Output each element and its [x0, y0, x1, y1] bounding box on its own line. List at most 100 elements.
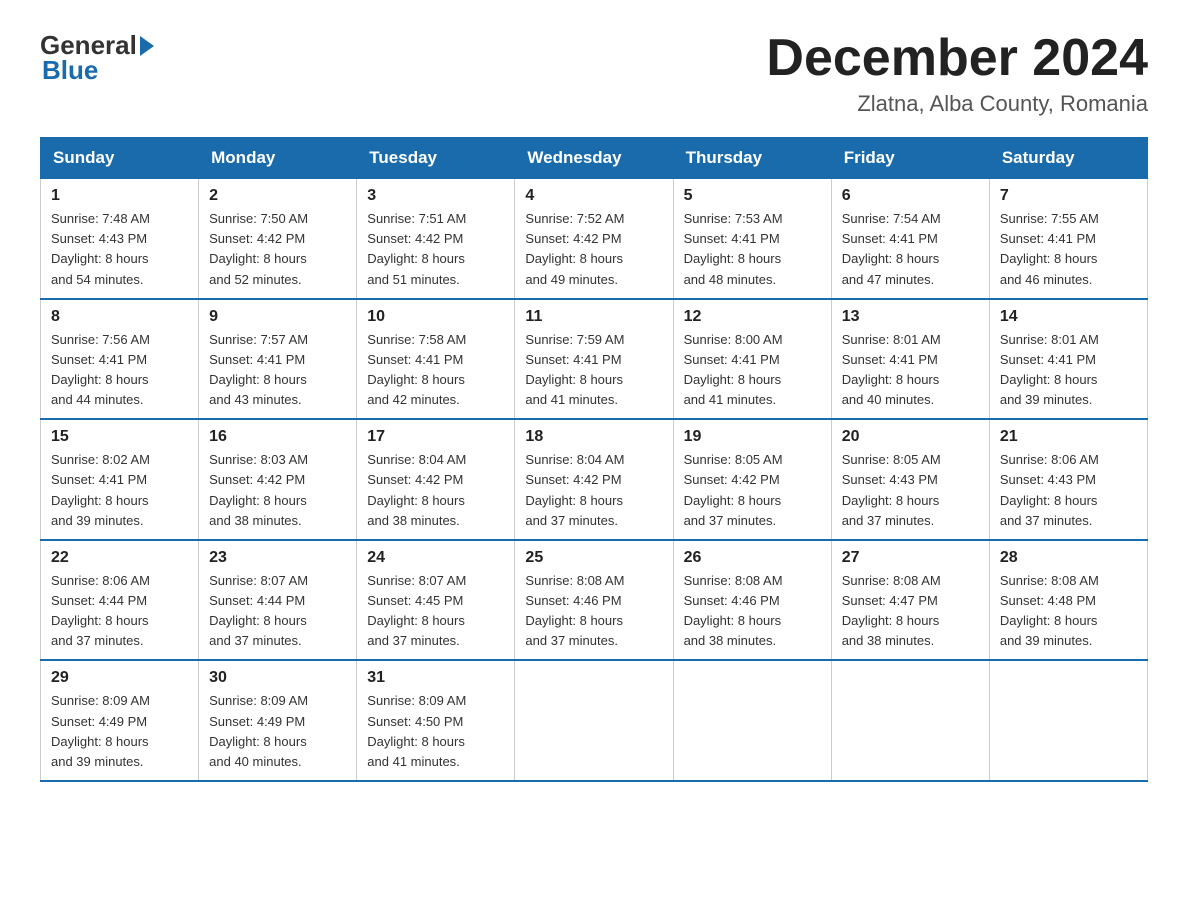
- table-row: 25 Sunrise: 8:08 AMSunset: 4:46 PMDaylig…: [515, 540, 673, 661]
- cell-info: Sunrise: 8:01 AMSunset: 4:41 PMDaylight:…: [1000, 330, 1137, 411]
- header-wednesday: Wednesday: [515, 138, 673, 179]
- header-friday: Friday: [831, 138, 989, 179]
- cell-info: Sunrise: 8:05 AMSunset: 4:42 PMDaylight:…: [684, 450, 821, 531]
- cell-info: Sunrise: 8:05 AMSunset: 4:43 PMDaylight:…: [842, 450, 979, 531]
- cell-info: Sunrise: 8:03 AMSunset: 4:42 PMDaylight:…: [209, 450, 346, 531]
- table-row: 14 Sunrise: 8:01 AMSunset: 4:41 PMDaylig…: [989, 299, 1147, 420]
- cell-day-number: 14: [1000, 308, 1137, 326]
- cell-day-number: 25: [525, 549, 662, 567]
- calendar-week-row: 8 Sunrise: 7:56 AMSunset: 4:41 PMDayligh…: [41, 299, 1148, 420]
- header-thursday: Thursday: [673, 138, 831, 179]
- cell-day-number: 31: [367, 669, 504, 687]
- table-row: 21 Sunrise: 8:06 AMSunset: 4:43 PMDaylig…: [989, 419, 1147, 540]
- cell-day-number: 29: [51, 669, 188, 687]
- table-row: 3 Sunrise: 7:51 AMSunset: 4:42 PMDayligh…: [357, 179, 515, 299]
- table-row: 16 Sunrise: 8:03 AMSunset: 4:42 PMDaylig…: [199, 419, 357, 540]
- cell-day-number: 2: [209, 187, 346, 205]
- header-sunday: Sunday: [41, 138, 199, 179]
- calendar-title: December 2024: [766, 30, 1148, 87]
- title-block: December 2024 Zlatna, Alba County, Roman…: [766, 30, 1148, 117]
- cell-info: Sunrise: 8:07 AMSunset: 4:44 PMDaylight:…: [209, 571, 346, 652]
- cell-info: Sunrise: 7:58 AMSunset: 4:41 PMDaylight:…: [367, 330, 504, 411]
- cell-day-number: 8: [51, 308, 188, 326]
- table-row: 17 Sunrise: 8:04 AMSunset: 4:42 PMDaylig…: [357, 419, 515, 540]
- cell-day-number: 24: [367, 549, 504, 567]
- cell-info: Sunrise: 8:06 AMSunset: 4:43 PMDaylight:…: [1000, 450, 1137, 531]
- table-row: 2 Sunrise: 7:50 AMSunset: 4:42 PMDayligh…: [199, 179, 357, 299]
- cell-info: Sunrise: 8:04 AMSunset: 4:42 PMDaylight:…: [525, 450, 662, 531]
- cell-info: Sunrise: 8:02 AMSunset: 4:41 PMDaylight:…: [51, 450, 188, 531]
- cell-info: Sunrise: 7:57 AMSunset: 4:41 PMDaylight:…: [209, 330, 346, 411]
- calendar-week-row: 1 Sunrise: 7:48 AMSunset: 4:43 PMDayligh…: [41, 179, 1148, 299]
- table-row: 19 Sunrise: 8:05 AMSunset: 4:42 PMDaylig…: [673, 419, 831, 540]
- table-row: 8 Sunrise: 7:56 AMSunset: 4:41 PMDayligh…: [41, 299, 199, 420]
- cell-info: Sunrise: 8:08 AMSunset: 4:48 PMDaylight:…: [1000, 571, 1137, 652]
- cell-info: Sunrise: 7:53 AMSunset: 4:41 PMDaylight:…: [684, 209, 821, 290]
- cell-day-number: 4: [525, 187, 662, 205]
- table-row: 18 Sunrise: 8:04 AMSunset: 4:42 PMDaylig…: [515, 419, 673, 540]
- calendar-header: Sunday Monday Tuesday Wednesday Thursday…: [41, 138, 1148, 179]
- cell-day-number: 28: [1000, 549, 1137, 567]
- table-row: 30 Sunrise: 8:09 AMSunset: 4:49 PMDaylig…: [199, 660, 357, 781]
- cell-info: Sunrise: 7:54 AMSunset: 4:41 PMDaylight:…: [842, 209, 979, 290]
- cell-info: Sunrise: 8:00 AMSunset: 4:41 PMDaylight:…: [684, 330, 821, 411]
- table-row: 4 Sunrise: 7:52 AMSunset: 4:42 PMDayligh…: [515, 179, 673, 299]
- table-row: 1 Sunrise: 7:48 AMSunset: 4:43 PMDayligh…: [41, 179, 199, 299]
- calendar-body: 1 Sunrise: 7:48 AMSunset: 4:43 PMDayligh…: [41, 179, 1148, 781]
- cell-info: Sunrise: 8:04 AMSunset: 4:42 PMDaylight:…: [367, 450, 504, 531]
- table-row: 7 Sunrise: 7:55 AMSunset: 4:41 PMDayligh…: [989, 179, 1147, 299]
- table-row: 28 Sunrise: 8:08 AMSunset: 4:48 PMDaylig…: [989, 540, 1147, 661]
- table-row: 11 Sunrise: 7:59 AMSunset: 4:41 PMDaylig…: [515, 299, 673, 420]
- cell-info: Sunrise: 7:50 AMSunset: 4:42 PMDaylight:…: [209, 209, 346, 290]
- table-row: 27 Sunrise: 8:08 AMSunset: 4:47 PMDaylig…: [831, 540, 989, 661]
- table-row: [673, 660, 831, 781]
- cell-day-number: 9: [209, 308, 346, 326]
- cell-info: Sunrise: 7:51 AMSunset: 4:42 PMDaylight:…: [367, 209, 504, 290]
- cell-day-number: 23: [209, 549, 346, 567]
- table-row: 13 Sunrise: 8:01 AMSunset: 4:41 PMDaylig…: [831, 299, 989, 420]
- table-row: [989, 660, 1147, 781]
- calendar-week-row: 29 Sunrise: 8:09 AMSunset: 4:49 PMDaylig…: [41, 660, 1148, 781]
- table-row: [831, 660, 989, 781]
- cell-info: Sunrise: 8:09 AMSunset: 4:49 PMDaylight:…: [209, 691, 346, 772]
- cell-day-number: 26: [684, 549, 821, 567]
- cell-day-number: 19: [684, 428, 821, 446]
- table-row: 22 Sunrise: 8:06 AMSunset: 4:44 PMDaylig…: [41, 540, 199, 661]
- calendar-header-row: Sunday Monday Tuesday Wednesday Thursday…: [41, 138, 1148, 179]
- cell-info: Sunrise: 8:09 AMSunset: 4:49 PMDaylight:…: [51, 691, 188, 772]
- page-header: General Blue December 2024 Zlatna, Alba …: [40, 30, 1148, 117]
- cell-day-number: 16: [209, 428, 346, 446]
- cell-day-number: 1: [51, 187, 188, 205]
- table-row: 20 Sunrise: 8:05 AMSunset: 4:43 PMDaylig…: [831, 419, 989, 540]
- cell-info: Sunrise: 7:59 AMSunset: 4:41 PMDaylight:…: [525, 330, 662, 411]
- cell-info: Sunrise: 8:08 AMSunset: 4:46 PMDaylight:…: [684, 571, 821, 652]
- header-monday: Monday: [199, 138, 357, 179]
- cell-day-number: 27: [842, 549, 979, 567]
- logo: General Blue: [40, 30, 156, 86]
- calendar-subtitle: Zlatna, Alba County, Romania: [766, 91, 1148, 117]
- cell-day-number: 20: [842, 428, 979, 446]
- table-row: 15 Sunrise: 8:02 AMSunset: 4:41 PMDaylig…: [41, 419, 199, 540]
- table-row: 9 Sunrise: 7:57 AMSunset: 4:41 PMDayligh…: [199, 299, 357, 420]
- header-saturday: Saturday: [989, 138, 1147, 179]
- cell-day-number: 15: [51, 428, 188, 446]
- cell-day-number: 17: [367, 428, 504, 446]
- cell-info: Sunrise: 8:08 AMSunset: 4:47 PMDaylight:…: [842, 571, 979, 652]
- cell-day-number: 11: [525, 308, 662, 326]
- table-row: 6 Sunrise: 7:54 AMSunset: 4:41 PMDayligh…: [831, 179, 989, 299]
- table-row: 29 Sunrise: 8:09 AMSunset: 4:49 PMDaylig…: [41, 660, 199, 781]
- logo-arrow-icon: [140, 36, 154, 56]
- table-row: 10 Sunrise: 7:58 AMSunset: 4:41 PMDaylig…: [357, 299, 515, 420]
- calendar-table: Sunday Monday Tuesday Wednesday Thursday…: [40, 137, 1148, 782]
- table-row: 24 Sunrise: 8:07 AMSunset: 4:45 PMDaylig…: [357, 540, 515, 661]
- cell-info: Sunrise: 7:55 AMSunset: 4:41 PMDaylight:…: [1000, 209, 1137, 290]
- cell-info: Sunrise: 7:52 AMSunset: 4:42 PMDaylight:…: [525, 209, 662, 290]
- table-row: 23 Sunrise: 8:07 AMSunset: 4:44 PMDaylig…: [199, 540, 357, 661]
- table-row: [515, 660, 673, 781]
- table-row: 5 Sunrise: 7:53 AMSunset: 4:41 PMDayligh…: [673, 179, 831, 299]
- cell-day-number: 10: [367, 308, 504, 326]
- cell-day-number: 21: [1000, 428, 1137, 446]
- cell-day-number: 13: [842, 308, 979, 326]
- calendar-week-row: 15 Sunrise: 8:02 AMSunset: 4:41 PMDaylig…: [41, 419, 1148, 540]
- cell-day-number: 6: [842, 187, 979, 205]
